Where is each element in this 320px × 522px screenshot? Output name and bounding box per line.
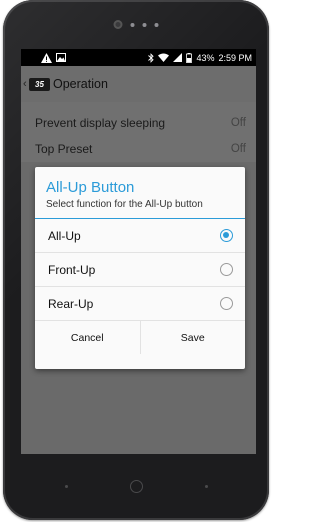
- battery-percent: 43%: [196, 52, 215, 63]
- all-up-dialog: All-Up Button Select function for the Al…: [35, 167, 245, 369]
- dialog-title: All-Up Button: [46, 179, 135, 196]
- option-label: All-Up: [48, 228, 81, 243]
- option-label: Rear-Up: [48, 296, 94, 311]
- battery-icon: [186, 52, 193, 63]
- status-bar: 43% 2:59 PM: [21, 49, 256, 66]
- image-icon: [56, 53, 66, 62]
- setting-top-preset[interactable]: Top Preset Off: [21, 136, 256, 162]
- option-all-up[interactable]: All-Up: [35, 219, 245, 253]
- menu-key-icon[interactable]: [204, 485, 208, 488]
- setting-value: Off: [230, 117, 246, 129]
- settings-list: Prevent display sleeping Off Top Preset …: [21, 102, 256, 162]
- app-bar: ‹ 35 Operation: [21, 66, 256, 102]
- save-button[interactable]: Save: [139, 321, 246, 354]
- radio-unselected[interactable]: [220, 297, 233, 310]
- front-camera: [113, 20, 123, 29]
- option-front-up[interactable]: Front-Up: [35, 253, 245, 287]
- home-key-icon[interactable]: [129, 480, 143, 493]
- setting-label: Top Preset: [35, 142, 93, 156]
- radio-unselected[interactable]: [220, 263, 233, 276]
- page-title: Operation: [53, 77, 108, 91]
- wifi-icon: [158, 53, 170, 62]
- bluetooth-icon: [148, 52, 155, 63]
- setting-value: Off: [230, 143, 246, 155]
- warning-icon: [41, 52, 52, 63]
- dialog-actions: Cancel Save: [35, 321, 245, 354]
- phone-earpiece: [113, 20, 159, 29]
- dialog-subtitle: Select function for the All-Up button: [46, 199, 203, 210]
- signal-icon: [173, 53, 183, 62]
- setting-label: Prevent display sleeping: [35, 116, 166, 130]
- setting-prevent-display-sleeping[interactable]: Prevent display sleeping Off: [21, 110, 256, 136]
- option-label: Front-Up: [48, 262, 96, 277]
- dialog-header: All-Up Button Select function for the Al…: [35, 167, 245, 219]
- clock: 2:59 PM: [218, 52, 252, 63]
- phone-frame: 43% 2:59 PM ‹ 35 Operation Prevent displ…: [3, 0, 269, 520]
- back-key-icon[interactable]: [64, 485, 68, 488]
- sensor-dot: [142, 22, 147, 27]
- cancel-button[interactable]: Cancel: [35, 321, 140, 354]
- hardware-nav-bar: [3, 480, 269, 493]
- option-rear-up[interactable]: Rear-Up: [35, 287, 245, 321]
- sensor-dot: [130, 22, 135, 27]
- radio-selected[interactable]: [220, 229, 233, 242]
- sensor-dot: [154, 22, 159, 27]
- phone-screen: 43% 2:59 PM ‹ 35 Operation Prevent displ…: [21, 49, 256, 454]
- app-logo[interactable]: 35: [29, 77, 50, 91]
